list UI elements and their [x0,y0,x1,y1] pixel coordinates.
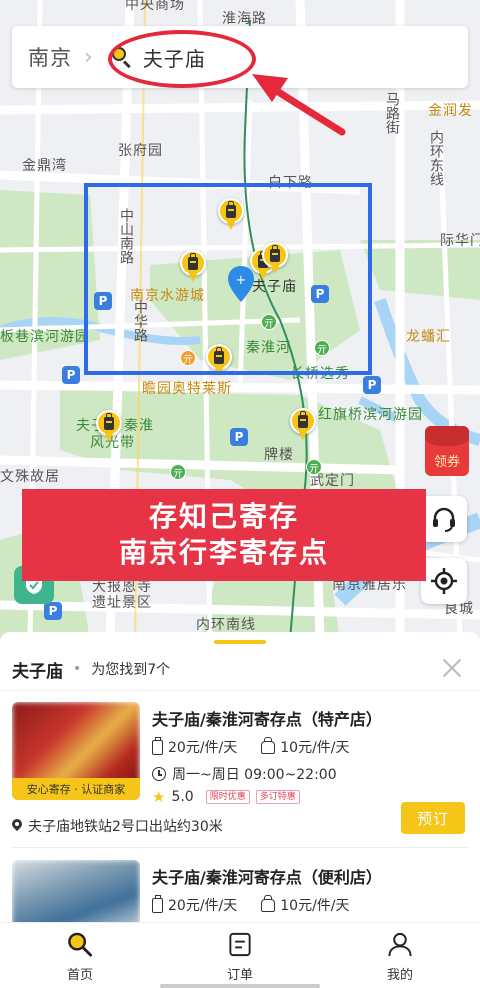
map-label-zhangfuyuan: 张府园 [118,143,163,159]
tab-profile[interactable]: 我的 [360,931,440,983]
map-label-pailou: 牌楼 [264,447,294,463]
rating-value: 5.0 [171,789,194,805]
map-label-zhanyuan-outlets: 瞻园奥特莱斯 [142,381,232,397]
store-name[interactable]: 夫子庙/秦淮河寄存点（特产店） [152,706,382,730]
poi-scenic-icon[interactable]: 亓 [170,464,186,480]
customer-service-button[interactable] [421,496,467,542]
headset-icon [433,507,455,532]
sheet-drag-handle[interactable] [214,640,266,644]
parking-icon[interactable]: P [230,428,248,446]
star-icon: ★ [152,788,166,806]
bag-icon [261,894,276,912]
map-label-longpanhui: 龙蟠汇 [406,329,451,345]
coupon-button[interactable]: 领券 [421,420,475,480]
tab-home[interactable]: 首页 [40,931,120,983]
map-label-yizhi-area: 遗址景区 [92,595,152,611]
locate-me-button[interactable] [421,558,467,604]
luggage-icon [152,894,163,913]
results-count: 为您找到7个 [91,662,171,678]
luggage-price: 20元/件/天 [168,740,238,756]
parking-icon[interactable]: P [44,602,62,620]
price-row: 20元/件/天 10元/件/天 [152,736,374,757]
opening-hours: 周一~周日 09:00~22:00 [172,767,337,783]
map-label-neihuan-south: 内环南线 [196,617,256,633]
promo-line-2: 南京行李寄存点 [118,536,329,569]
crosshair-icon [431,568,457,594]
map-label-huaihai-road: 淮海路 [222,11,267,27]
storage-pin-icon[interactable] [96,410,122,444]
map-label-jinding-wan: 金鼎湾 [22,158,67,174]
promo-line-1: 存知己寄存 [148,500,299,533]
luggage-price: 20元/件/天 [168,898,238,914]
tab-label: 订单 [226,968,253,983]
map-label-malu-jie: 马路街 [384,92,400,134]
tab-orders[interactable]: 订单 [200,931,280,983]
divider [12,847,468,848]
price-row: 20元/件/天 10元/件/天 [152,894,374,915]
parking-icon[interactable]: P [363,376,381,394]
clock-icon [152,767,166,781]
luggage-icon [152,736,163,755]
results-title: 夫子庙 [12,661,63,682]
results-sheet[interactable]: 夫子庙 • 为您找到7个 安心寄存 · 认证商家 夫子庙/秦淮河寄存点（特产店）… [0,632,480,922]
parking-icon[interactable]: P [62,366,80,384]
bag-price: 10元/件/天 [280,740,350,756]
rating-row: ★ 5.0 限时优惠 多订特惠 [152,788,300,806]
store-distance: 夫子庙地铁站2号口出站约30米 [28,819,223,835]
tab-label: 我的 [386,968,413,983]
promo-tag: 多订特惠 [255,790,300,804]
results-header: 夫子庙 • 为您找到7个 [12,656,468,682]
result-card[interactable]: 夫子庙/秦淮河寄存点（便利店） 20元/件/天 10元/件/天 [0,860,480,922]
search-icon [68,932,93,957]
promo-tag: 限时优惠 [205,790,250,804]
tab-bar: 首页 订单 我的 [0,922,480,988]
hours-row: 周一~周日 09:00~22:00 [152,764,337,784]
store-name[interactable]: 夫子庙/秦淮河寄存点（便利店） [152,864,382,888]
map-view[interactable]: 中央商场 淮海路 金润发 金鼎湾 张府园 马路街 内环东线 白下路 际华门 中山… [0,0,480,640]
promo-banner: 存知己寄存 南京行李寄存点 [22,489,426,581]
location-pin-icon [12,819,22,833]
coupon-label: 领券 [433,455,460,470]
certified-badge: 安心寄存 · 认证商家 [12,778,140,800]
storage-pin-icon[interactable] [290,408,316,442]
bag-icon [261,736,276,754]
divider [0,690,480,691]
map-label-neihuan-east: 内环东线 [428,130,444,186]
result-card[interactable]: 安心寄存 · 认证商家 夫子庙/秦淮河寄存点（特产店） 20元/件/天 10元/… [0,702,480,848]
store-thumbnail[interactable]: 安心寄存 · 认证商家 [12,702,140,800]
map-label-jinrunfa: 金润发 [428,103,473,119]
store-thumbnail[interactable] [12,860,140,922]
map-label-hongqi-park: 红旗桥滨河游园 [318,407,423,423]
tab-label: 首页 [66,968,93,983]
home-indicator [160,984,320,988]
annotation-ellipse [108,30,256,88]
close-icon[interactable] [440,656,464,680]
map-label-bangxiang-park: 板巷滨河游园 [0,329,90,345]
book-button[interactable]: 预订 [401,802,465,834]
chevron-right-icon: › [84,44,93,70]
order-icon [229,932,251,957]
profile-icon [388,932,412,957]
map-label-mall: 中央商场 [125,0,185,13]
annotation-box [84,183,372,375]
location-row: 夫子庙地铁站2号口出站约30米 [12,816,223,836]
map-label-wenshu: 文殊故居 [0,469,60,485]
bag-price: 10元/件/天 [280,898,350,914]
separator-dot: • [73,661,82,677]
poi-scenic-icon[interactable]: 亓 [306,459,322,475]
city-selector[interactable]: 南京 [28,42,72,72]
map-label-jihuamen: 际华门 [440,233,480,249]
annotation-arrow-icon [252,74,346,136]
